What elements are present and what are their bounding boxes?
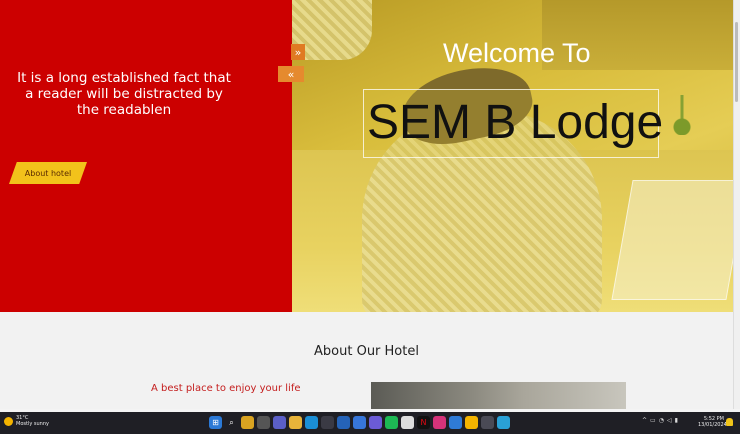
webpage: It is a long established fact that a rea… — [0, 0, 733, 409]
hero-red-panel: It is a long established fact that a rea… — [0, 0, 292, 312]
search-icon[interactable]: ⌕ — [225, 416, 238, 429]
weather-widget[interactable]: 31°C Mostly sunny — [4, 415, 49, 427]
slider-next-button[interactable]: » — [291, 44, 305, 60]
app-icon[interactable] — [369, 416, 382, 429]
taskbar-apps: ⊞ ⌕ N — [209, 416, 510, 429]
about-section-title: About Our Hotel — [314, 344, 419, 359]
netflix-icon[interactable]: N — [417, 416, 430, 429]
calendar-icon[interactable] — [353, 416, 366, 429]
clock-date: 13/01/2024 — [698, 422, 727, 428]
chevron-up-icon[interactable]: ^ — [642, 417, 647, 424]
app-icon-4[interactable] — [481, 416, 494, 429]
store-icon[interactable] — [321, 416, 334, 429]
edge-icon[interactable] — [305, 416, 318, 429]
battery-icon[interactable]: ▮ — [675, 417, 678, 424]
instagram-icon[interactable] — [433, 416, 446, 429]
about-image — [371, 382, 626, 409]
teams-icon[interactable] — [273, 416, 286, 429]
windows-taskbar: 31°C Mostly sunny ⊞ ⌕ N ^ ▭ ◔ ◁ ▮ 5:52 P… — [0, 412, 740, 434]
about-tagline: A best place to enjoy your life — [151, 383, 301, 394]
brand-title: SEM B Lodge — [367, 96, 664, 149]
slider-prev-button[interactable]: « — [278, 66, 304, 82]
weather-desc: Mostly sunny — [16, 421, 49, 427]
keyboard-icon[interactable]: ▭ — [650, 417, 656, 424]
volume-icon[interactable]: ◁ — [667, 417, 672, 424]
system-clock[interactable]: 5:52 PM 13/01/2024 — [698, 416, 727, 428]
mail-icon[interactable] — [337, 416, 350, 429]
photo-plant — [667, 95, 697, 135]
hero-banner: It is a long established fact that a rea… — [0, 0, 733, 312]
notification-bell-icon[interactable] — [726, 418, 733, 426]
about-hotel-button[interactable]: About hotel — [9, 162, 87, 184]
task-view-icon[interactable] — [257, 416, 270, 429]
app-icon-3[interactable] — [449, 416, 462, 429]
wifi-icon[interactable]: ◔ — [659, 417, 664, 424]
file-explorer-icon[interactable] — [289, 416, 302, 429]
app-icon-2[interactable] — [401, 416, 414, 429]
weather-text: 31°C Mostly sunny — [16, 415, 49, 427]
sun-icon — [4, 416, 13, 426]
windows-icon[interactable]: ⊞ — [209, 416, 222, 429]
app-icon-5[interactable] — [497, 416, 510, 429]
hero-intro-text: It is a long established fact that a rea… — [17, 70, 231, 118]
widgets-icon[interactable] — [241, 416, 254, 429]
photo-table — [611, 180, 733, 300]
chrome-icon[interactable] — [465, 416, 478, 429]
scrollbar-thumb[interactable] — [735, 22, 738, 102]
welcome-heading: Welcome To — [443, 38, 591, 68]
spotify-icon[interactable] — [385, 416, 398, 429]
system-tray: ^ ▭ ◔ ◁ ▮ — [642, 417, 678, 424]
